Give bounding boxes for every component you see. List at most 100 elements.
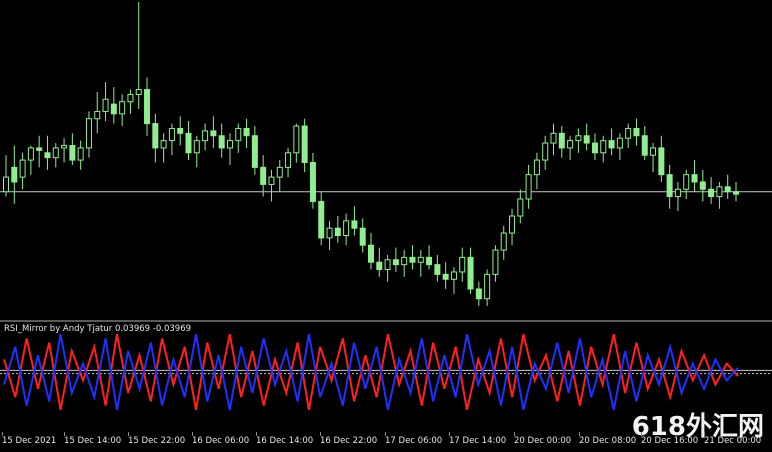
candle-body <box>77 147 84 161</box>
time-axis-label: 20 Dec 08:00 <box>579 436 637 446</box>
chart-window[interactable]: RSI_Mirror by Andy Tjatur 0.03969 -0.039… <box>0 0 772 452</box>
candle <box>691 160 698 192</box>
candle <box>144 77 151 136</box>
candle <box>368 233 374 270</box>
time-axis-label: 21 Dec 00:00 <box>704 436 762 446</box>
candle <box>334 216 341 243</box>
candle <box>318 191 325 246</box>
candle <box>210 116 217 148</box>
candle <box>467 247 474 294</box>
candle <box>110 87 117 124</box>
candle <box>575 128 582 153</box>
candle <box>52 143 59 168</box>
candle <box>293 123 300 163</box>
candle <box>625 123 632 148</box>
candle-body <box>152 123 159 149</box>
candle <box>517 189 524 224</box>
candle-body <box>3 176 9 193</box>
candle <box>127 89 134 114</box>
candle <box>500 225 507 260</box>
candle-body <box>343 220 350 236</box>
candle-body <box>27 147 34 161</box>
candle-body <box>36 147 43 151</box>
candle-body <box>459 256 466 273</box>
time-axis-tick <box>2 432 3 436</box>
time-axis-label: 17 Dec 06:00 <box>385 436 443 446</box>
time-axis-label: 16 Dec 06:00 <box>192 436 250 446</box>
candle <box>376 247 383 277</box>
candle-body <box>334 227 341 236</box>
candle <box>177 116 184 146</box>
candle <box>616 133 623 161</box>
candle-body <box>177 127 184 134</box>
time-axis-label: 20 Dec 16:00 <box>641 436 699 446</box>
candle <box>94 91 101 134</box>
candle-body <box>550 132 557 144</box>
candle <box>185 121 192 161</box>
candle-body <box>600 140 607 154</box>
candle-body <box>301 125 308 164</box>
candle <box>542 135 549 170</box>
time-axis-tick <box>128 432 129 436</box>
candle <box>683 169 690 199</box>
candle-body <box>44 152 51 159</box>
time-axis-tick <box>192 432 193 436</box>
candle-body <box>492 249 499 275</box>
price-chart-pane[interactable] <box>0 0 772 320</box>
candle <box>708 177 715 204</box>
candle-body <box>202 130 209 142</box>
candle-body <box>683 174 690 190</box>
candle <box>509 208 516 246</box>
candle <box>426 245 433 270</box>
candle <box>243 118 250 148</box>
candle-body <box>625 127 632 139</box>
candle-body <box>417 256 424 263</box>
candle-body <box>426 256 433 266</box>
candle-body <box>226 140 233 149</box>
candle-body <box>309 162 316 202</box>
candle-body <box>558 132 565 149</box>
candle <box>193 135 200 168</box>
candle-body <box>110 103 117 115</box>
candle-body <box>575 135 582 142</box>
time-axis-tick <box>641 432 642 436</box>
candle-body <box>509 215 516 234</box>
candle-body <box>666 174 673 198</box>
time-axis-tick <box>256 432 257 436</box>
candle <box>168 123 175 156</box>
candle <box>226 133 233 165</box>
candle <box>600 135 607 163</box>
candle <box>674 181 681 212</box>
candle <box>716 181 723 209</box>
candle-body <box>641 135 648 156</box>
candle <box>44 135 51 170</box>
candle-body <box>708 188 715 198</box>
time-axis-tick <box>385 432 386 436</box>
candle <box>558 126 565 158</box>
candle-body <box>633 127 640 137</box>
candle <box>533 152 540 190</box>
candle <box>351 206 358 236</box>
candle-body <box>401 256 408 266</box>
candle <box>384 254 391 282</box>
candle-body <box>11 166 18 183</box>
time-axis-label: 15 Dec 14:00 <box>64 436 122 446</box>
candle <box>699 169 706 202</box>
candle <box>641 126 648 161</box>
candle-body <box>724 186 731 193</box>
candle-body <box>243 127 250 137</box>
candle-body <box>434 264 441 275</box>
candle-body <box>583 135 590 144</box>
candle <box>202 123 209 151</box>
candle-body <box>542 142 549 161</box>
candle-body <box>119 101 126 115</box>
candle-body <box>52 147 59 159</box>
candle <box>492 245 499 282</box>
time-axis-tick <box>64 432 65 436</box>
candle-body <box>260 166 267 185</box>
candle-body <box>699 181 706 190</box>
candle <box>77 140 84 170</box>
candle <box>19 152 26 190</box>
candle <box>583 123 590 151</box>
candle-body <box>500 232 507 251</box>
